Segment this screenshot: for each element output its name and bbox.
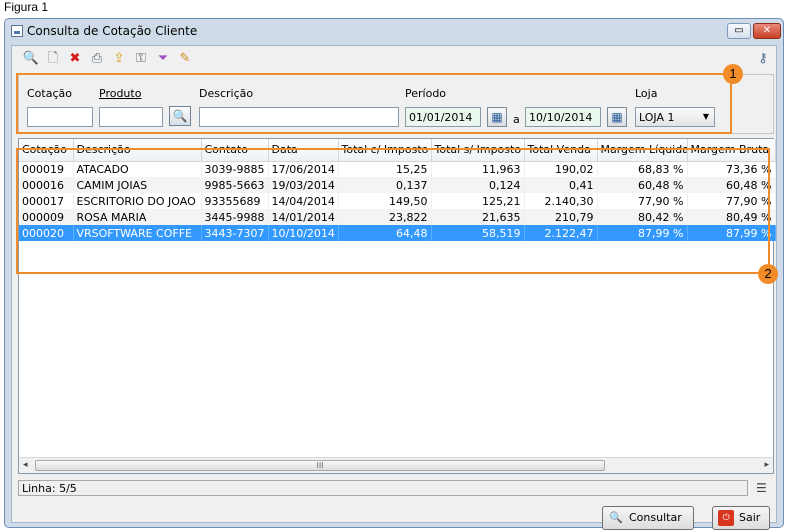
window-title: Consulta de Cotação Cliente [27, 24, 198, 38]
print-icon[interactable]: ⎙ [88, 50, 106, 68]
power-icon: ⏻ [718, 510, 734, 526]
annotation-badge-1: 1 [723, 64, 743, 84]
help-key-icon[interactable]: ⚷ [754, 50, 772, 68]
export-icon[interactable]: ⇪ [110, 50, 128, 68]
search-icon: 🔍 [609, 511, 623, 524]
scroll-left-icon[interactable]: ◂ [23, 460, 28, 470]
status-bar: Linha: 5/5 [18, 480, 748, 496]
scroll-right-icon[interactable]: ▸ [764, 460, 769, 470]
search-icon[interactable]: 🔍 [22, 50, 40, 68]
annotation-badge-2: 2 [758, 264, 778, 284]
title-bar: Consulta de Cotação Cliente ▭ ✕ [5, 19, 783, 45]
edit-icon[interactable]: ✎ [176, 50, 194, 68]
annotation-box-1 [16, 73, 732, 134]
consultar-label: Consultar [629, 511, 682, 524]
new-document-icon[interactable]: 🗋 [44, 50, 62, 68]
horizontal-scrollbar[interactable]: ◂ III ▸ [19, 457, 773, 473]
sair-button[interactable]: ⏻ Sair [712, 506, 770, 530]
restore-button[interactable]: ▭ [727, 23, 751, 39]
menu-icon[interactable]: ☰ [756, 482, 770, 494]
filter-icon[interactable]: ⏷ [154, 50, 172, 68]
close-button[interactable]: ✕ [753, 23, 781, 39]
annotation-box-2 [16, 148, 770, 274]
key-icon[interactable]: ⚿ [132, 50, 150, 68]
delete-icon[interactable]: ✖ [66, 50, 84, 68]
app-icon [11, 25, 23, 37]
consultar-button[interactable]: 🔍 Consultar [602, 506, 694, 530]
toolbar: 🔍 🗋 ✖ ⎙ ⇪ ⚿ ⏷ ✎ [22, 50, 194, 68]
sair-label: Sair [739, 511, 761, 524]
scroll-thumb[interactable]: III [35, 460, 605, 471]
figure-caption: Figura 1 [4, 0, 49, 14]
